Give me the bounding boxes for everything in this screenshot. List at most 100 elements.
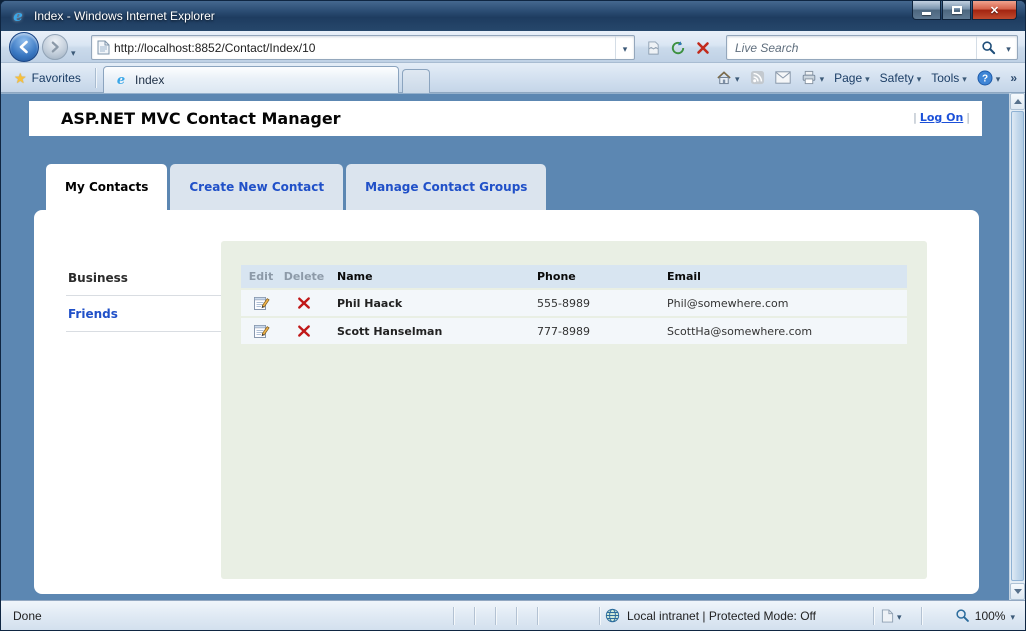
favorites-button[interactable]: Favorites	[6, 66, 89, 90]
open-behavior-control[interactable]	[881, 601, 902, 630]
favorites-bar: Favorites Index	[1, 63, 1025, 93]
logon-pipe: |	[913, 111, 917, 124]
help-button[interactable]: ?	[972, 66, 1006, 90]
tab-create-new-contact[interactable]: Create New Contact	[170, 164, 344, 210]
scrollbar-thumb[interactable]	[1011, 111, 1024, 581]
home-button[interactable]	[711, 66, 745, 90]
search-box[interactable]	[726, 35, 1018, 60]
scroll-up-button[interactable]	[1010, 93, 1025, 110]
window-controls	[911, 1, 1017, 20]
print-button[interactable]	[796, 66, 830, 90]
status-divider	[495, 607, 496, 625]
contact-name: Phil Haack	[337, 296, 403, 310]
status-divider	[453, 607, 454, 625]
table-header-row: Edit Delete Name Phone Email	[241, 265, 907, 288]
app-tab-strip: My Contacts Create New Contact Manage Co…	[46, 164, 547, 210]
title-bar[interactable]: Index - Windows Internet Explorer	[1, 1, 1025, 31]
search-icon[interactable]	[976, 36, 1000, 59]
security-zone-indicator: Local intranet | Protected Mode: Off	[605, 601, 816, 630]
contact-phone: 555-8989	[537, 296, 590, 310]
address-input[interactable]	[114, 36, 615, 59]
page-viewport: ASP.NET MVC Contact Manager | Log On | My …	[1, 93, 1009, 600]
home-dropdown[interactable]	[735, 71, 740, 85]
zoom-level: 100%	[974, 608, 1006, 623]
address-bar[interactable]	[91, 35, 635, 60]
window-title: Index - Windows Internet Explorer	[34, 9, 215, 23]
address-dropdown[interactable]	[615, 36, 634, 59]
print-dropdown[interactable]	[820, 71, 825, 85]
page-menu-dropdown-icon	[865, 71, 870, 85]
close-button[interactable]	[972, 1, 1017, 20]
maximize-button[interactable]	[942, 1, 971, 20]
group-list: Business Friends	[66, 260, 224, 332]
group-item-business[interactable]: Business	[66, 260, 224, 296]
read-mail-button[interactable]	[770, 66, 796, 90]
logon-area: | Log On |	[913, 111, 970, 124]
printer-icon	[802, 70, 815, 85]
toolbar-overflow-chevron[interactable]: »	[1005, 66, 1022, 90]
svg-text:?: ?	[982, 73, 988, 84]
favorites-star-icon	[14, 70, 27, 87]
status-divider	[599, 607, 600, 625]
edit-icon[interactable]	[253, 295, 270, 312]
safety-menu-label: Safety	[879, 70, 914, 85]
contact-row: Phil Haack 555-8989 Phil@somewhere.com	[241, 290, 907, 316]
col-header-email: Email	[667, 270, 701, 283]
back-button[interactable]	[9, 32, 39, 62]
help-dropdown[interactable]	[996, 71, 1001, 85]
scroll-down-button[interactable]	[1010, 583, 1025, 600]
navigation-bar	[1, 31, 1025, 63]
status-divider	[516, 607, 517, 625]
broken-page-icon	[647, 40, 659, 55]
tab-favicon-icon	[113, 72, 129, 88]
logon-link[interactable]: Log On	[920, 111, 963, 124]
contact-phone: 777-8989	[537, 324, 590, 338]
mail-icon	[774, 71, 791, 84]
delete-icon[interactable]	[297, 296, 311, 310]
forward-button[interactable]	[42, 34, 68, 60]
toolbar-separator	[95, 68, 96, 88]
zoom-control[interactable]: 100%	[955, 601, 1015, 630]
app-title: ASP.NET MVC Contact Manager	[61, 109, 341, 128]
col-header-edit: Edit	[248, 270, 274, 283]
safety-menu-button[interactable]: Safety	[875, 66, 927, 90]
search-options-dropdown[interactable]	[1000, 36, 1017, 59]
edit-icon[interactable]	[253, 323, 270, 340]
contacts-panel: Edit Delete Name Phone Email Phil Haack …	[221, 241, 927, 579]
logon-pipe: |	[966, 111, 970, 124]
zoom-magnifier-icon	[956, 609, 969, 622]
intranet-globe-icon	[605, 608, 620, 623]
tab-manage-contact-groups[interactable]: Manage Contact Groups	[346, 164, 547, 210]
compatibility-view-button[interactable]	[641, 36, 665, 59]
feeds-button[interactable]	[745, 66, 770, 90]
tools-menu-button[interactable]: Tools	[926, 66, 972, 90]
zoom-dropdown-icon	[1010, 609, 1015, 623]
tools-menu-label: Tools	[931, 70, 960, 85]
contact-row: Scott Hanselman 777-8989 ScottHa@somewhe…	[241, 318, 907, 344]
ie-logo-icon	[10, 8, 26, 24]
search-input[interactable]	[727, 36, 976, 59]
forward-arrow-icon	[51, 41, 59, 53]
col-header-name: Name	[337, 270, 373, 283]
status-divider	[873, 607, 874, 625]
tab-my-contacts[interactable]: My Contacts	[46, 164, 168, 210]
col-header-phone: Phone	[537, 270, 576, 283]
contact-name: Scott Hanselman	[337, 324, 443, 338]
recent-pages-dropdown[interactable]	[71, 43, 76, 61]
delete-icon[interactable]	[297, 324, 311, 338]
refresh-button[interactable]	[666, 36, 690, 59]
new-tab-button[interactable]	[402, 69, 430, 93]
rss-feed-icon	[750, 70, 764, 85]
contacts-table: Edit Delete Name Phone Email Phil Haack …	[241, 265, 907, 344]
col-header-delete: Delete	[283, 270, 325, 283]
status-divider	[537, 607, 538, 625]
group-item-friends[interactable]: Friends	[66, 296, 224, 332]
main-panel: Business Friends Edit Delete Name Phone …	[34, 210, 979, 594]
stop-button[interactable]	[691, 36, 715, 59]
vertical-scrollbar[interactable]	[1009, 93, 1025, 600]
browser-tab-index[interactable]: Index	[103, 66, 399, 93]
contact-email: ScottHa@somewhere.com	[667, 324, 813, 338]
page-menu-button[interactable]: Page	[829, 66, 875, 90]
status-divider	[921, 607, 922, 625]
minimize-button[interactable]	[912, 1, 941, 20]
